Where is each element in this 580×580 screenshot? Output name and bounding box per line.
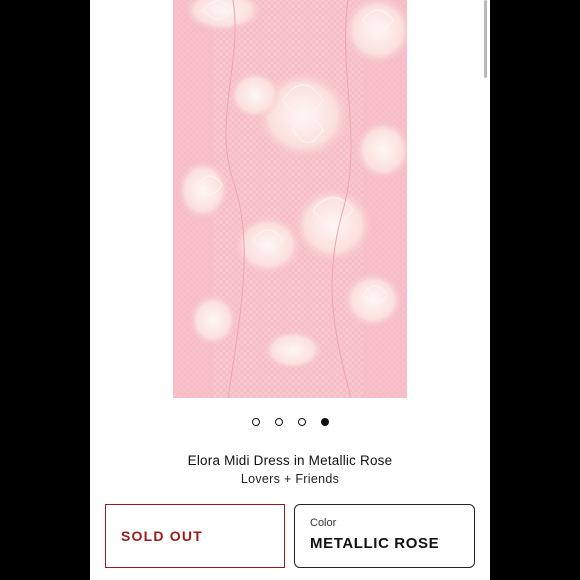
product-brand[interactable]: Lovers + Friends [90,472,490,486]
carousel-dot-3[interactable] [297,418,306,426]
lace-pattern-image [173,0,407,398]
sold-out-label: SOLD OUT [121,528,203,544]
color-label: Color [310,517,337,529]
product-title: Elora Midi Dress in Metallic Rose [187,453,393,468]
carousel-dot-4-active[interactable] [320,418,329,426]
carousel-dots [90,418,490,426]
sold-out-button[interactable]: SOLD OUT [105,504,285,568]
scrollbar[interactable] [484,0,487,78]
product-page: Elora Midi Dress in Metallic Rose Lovers… [90,0,490,580]
color-selector[interactable]: Color METALLIC ROSE [294,504,475,568]
product-image[interactable] [173,0,407,398]
carousel-dot-2[interactable] [274,418,283,426]
color-value: METALLIC ROSE [310,535,440,552]
carousel-dot-1[interactable] [251,418,260,426]
